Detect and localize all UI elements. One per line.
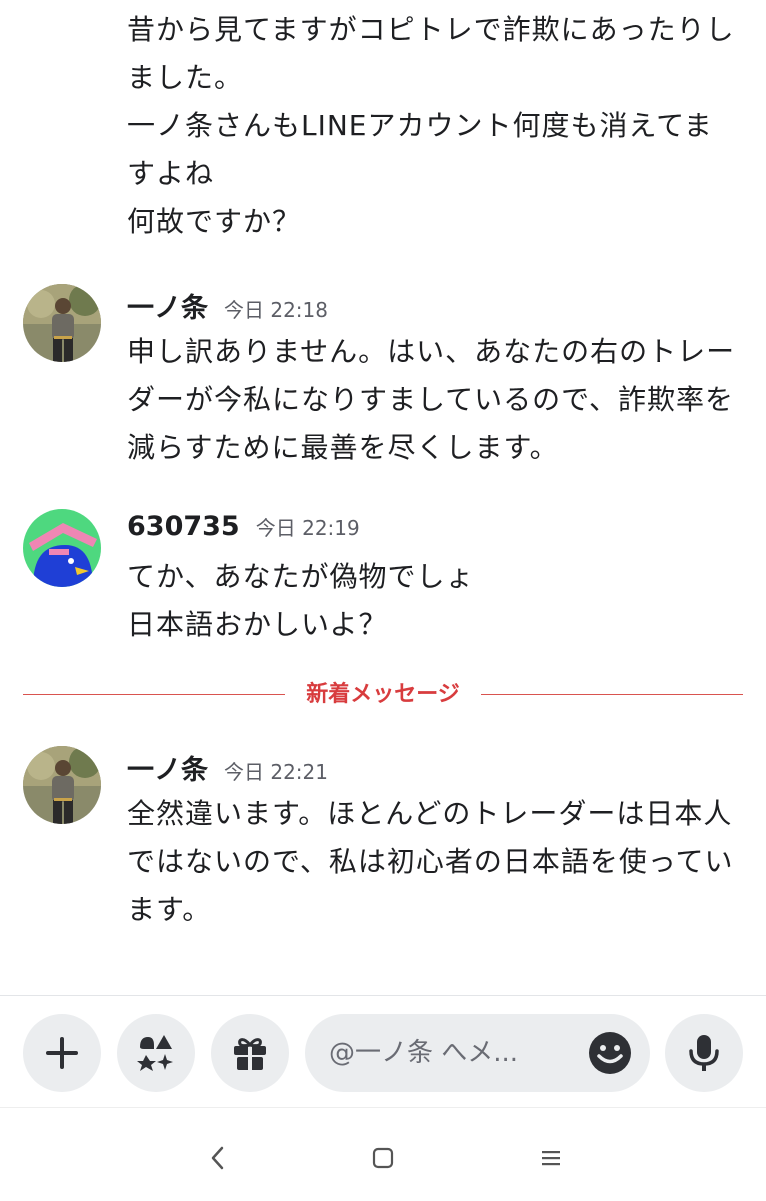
voice-button[interactable] xyxy=(665,1014,743,1092)
gift-button[interactable] xyxy=(211,1014,289,1092)
recents-icon xyxy=(542,1151,560,1166)
nav-back-button[interactable] xyxy=(198,1138,238,1178)
gift-icon xyxy=(234,1038,266,1070)
back-icon xyxy=(211,1146,224,1170)
apps-icon xyxy=(137,1035,173,1071)
avatar-ichinojo[interactable] xyxy=(23,284,101,362)
home-icon xyxy=(372,1147,394,1169)
system-navigation-bar xyxy=(0,1107,766,1201)
message-composer xyxy=(0,995,766,1108)
message-list[interactable]: 昔から見てますがコピトレで詐欺にあったりしました。 一ノ条さんもLINEアカウン… xyxy=(0,0,766,995)
nav-recents-button[interactable] xyxy=(531,1138,571,1178)
nav-home-button[interactable] xyxy=(363,1138,403,1178)
message-text: 全然違います。ほとんどのトレーダーは日本人ではないので、私は初心者の日本語を使っ… xyxy=(127,797,734,926)
avatar-630735[interactable] xyxy=(23,509,101,587)
timestamp: 今日 22:19 xyxy=(255,516,360,540)
apps-button[interactable] xyxy=(117,1014,195,1092)
author-name[interactable]: 一ノ条 xyxy=(127,748,208,787)
new-messages-label: 新着メッセージ xyxy=(306,682,460,707)
message-header: 一ノ条 今日 22:21 xyxy=(127,748,328,788)
message-text: てか、あなたが偽物でしょ 日本語おかしいよ？ xyxy=(127,560,475,641)
message-header: 630735 今日 22:19 xyxy=(127,511,360,551)
emoji-button[interactable] xyxy=(588,1031,632,1075)
mic-icon xyxy=(689,1035,719,1071)
message-text: 申し訳ありません。はい、あなたの右のトレーダーが今私になりすましているので、詐欺… xyxy=(127,335,736,464)
message-input[interactable] xyxy=(329,1031,569,1075)
emoji-icon xyxy=(589,1032,631,1074)
divider-line-right xyxy=(481,694,743,695)
author-name[interactable]: 一ノ条 xyxy=(127,286,208,325)
new-messages-divider: 新着メッセージ xyxy=(23,678,743,712)
timestamp: 今日 22:21 xyxy=(224,760,328,784)
avatar-ichinojo[interactable] xyxy=(23,746,101,824)
message-text: 昔から見てますがコピトレで詐欺にあったりしました。 一ノ条さんもLINEアカウン… xyxy=(127,13,735,238)
plus-button[interactable] xyxy=(23,1014,101,1092)
message-header: 一ノ条 今日 22:18 xyxy=(127,286,328,326)
timestamp: 今日 22:18 xyxy=(224,298,328,322)
author-name[interactable]: 630735 xyxy=(127,511,240,542)
plus-icon xyxy=(46,1037,78,1069)
message-input-container[interactable] xyxy=(305,1014,650,1092)
